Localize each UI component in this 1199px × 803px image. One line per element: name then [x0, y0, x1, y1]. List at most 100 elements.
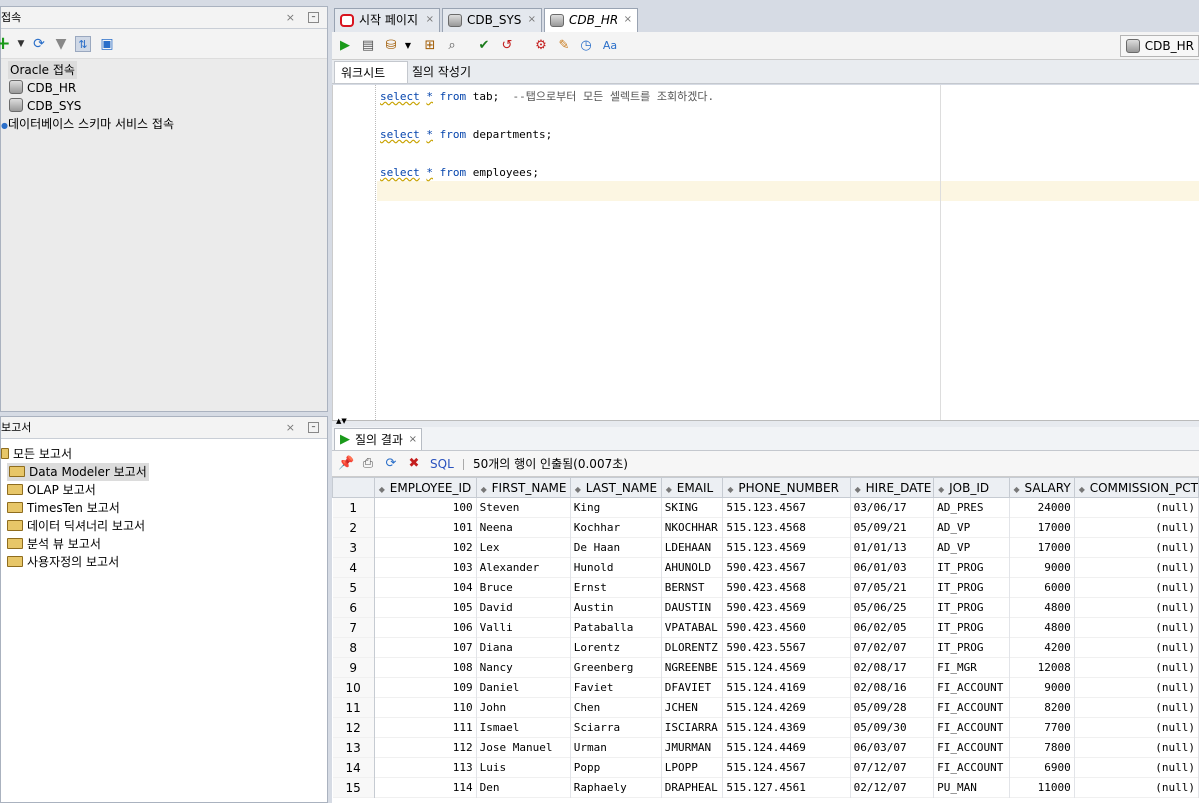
table-cell[interactable]: Kochhar — [570, 517, 662, 538]
filter-icon[interactable]: ▼ — [53, 36, 69, 52]
table-cell[interactable]: 590.423.5567 — [722, 637, 851, 658]
table-cell[interactable]: 9000 — [1009, 677, 1075, 698]
tab-cdb-sys[interactable]: CDB_SYS × — [442, 8, 542, 32]
table-cell[interactable]: 590.423.4560 — [722, 617, 851, 638]
table-cell[interactable]: IT_PROG — [933, 557, 1010, 578]
close-icon[interactable]: × — [624, 9, 632, 31]
sql-link[interactable]: SQL — [430, 456, 454, 472]
table-cell[interactable]: 05/09/28 — [850, 697, 935, 718]
table-row[interactable]: 11 110 John Chen JCHEN 515.124.4269 05/09/28 FI… — [332, 697, 1199, 718]
table-cell[interactable]: Steven — [476, 497, 571, 518]
table-cell[interactable]: 4800 — [1009, 597, 1075, 618]
table-cell[interactable]: (null) — [1074, 617, 1199, 638]
tree-item-cdb-hr[interactable]: CDB_HR — [9, 79, 76, 97]
table-cell[interactable]: JMURMAN — [661, 737, 724, 758]
table-cell[interactable]: 06/01/03 — [850, 557, 935, 578]
table-cell[interactable]: PU_MAN — [933, 777, 1010, 798]
table-row[interactable]: 7 106 Valli Pataballa VPATABAL 590.423.4560 06… — [332, 617, 1199, 638]
table-cell[interactable]: 515.124.4469 — [722, 737, 851, 758]
results-grid[interactable]: ◆ EMPLOYEE_ID ◆ FIRST_NAME ◆ LAST_NAME ◆ EMA… — [332, 477, 1199, 803]
table-cell[interactable]: 590.423.4568 — [722, 577, 851, 598]
table-cell[interactable]: 7700 — [1009, 717, 1075, 738]
tab-cdb-hr[interactable]: CDB_HR × — [544, 8, 638, 32]
table-cell[interactable]: LPOPP — [661, 757, 724, 778]
table-cell[interactable]: SKING — [661, 497, 724, 518]
column-header[interactable]: ◆ PHONE_NUMBER — [722, 477, 851, 498]
tree-item-report[interactable]: 데이터 딕셔너리 보고서 — [7, 517, 145, 535]
table-cell[interactable]: Jose Manuel — [476, 737, 571, 758]
table-cell[interactable]: Daniel — [476, 677, 571, 698]
table-cell[interactable]: BERNST — [661, 577, 724, 598]
sql-tuning-icon[interactable]: ⚙ — [533, 38, 549, 54]
table-cell[interactable]: ISCIARRA — [661, 717, 724, 738]
table-cell[interactable]: IT_PROG — [933, 617, 1010, 638]
table-cell[interactable]: Valli — [476, 617, 571, 638]
table-cell[interactable]: 515.123.4567 — [722, 497, 851, 518]
table-cell[interactable]: 01/01/13 — [850, 537, 935, 558]
table-cell[interactable]: 4200 — [1009, 637, 1075, 658]
commit-icon[interactable]: ⛁ — [383, 38, 399, 54]
pane-splitter[interactable]: ▲▼ — [332, 418, 1199, 427]
table-cell[interactable]: (null) — [1074, 537, 1199, 558]
pin-icon[interactable]: 📌 — [338, 456, 354, 472]
minimize-icon[interactable]: – — [308, 12, 319, 23]
table-cell[interactable]: 105 — [374, 597, 477, 618]
connection-selector[interactable]: CDB_HR — [1119, 35, 1199, 57]
table-cell[interactable]: Chen — [570, 697, 662, 718]
table-cell[interactable]: 8200 — [1009, 697, 1075, 718]
commit-check-icon[interactable]: ✔ — [476, 38, 492, 54]
table-cell[interactable]: 12008 — [1009, 657, 1075, 678]
table-cell[interactable]: 6000 — [1009, 577, 1075, 598]
table-cell[interactable]: 17000 — [1009, 517, 1075, 538]
table-cell[interactable]: 03/06/17 — [850, 497, 935, 518]
refresh-icon[interactable]: ⟳ — [31, 36, 47, 52]
tree-item-report[interactable]: OLAP 보고서 — [7, 481, 96, 499]
table-cell[interactable]: (null) — [1074, 637, 1199, 658]
table-cell[interactable]: 515.124.4269 — [722, 697, 851, 718]
table-cell[interactable]: DLORENTZ — [661, 637, 724, 658]
table-cell[interactable]: 05/09/30 — [850, 717, 935, 738]
table-row[interactable]: 4 103 Alexander Hunold AHUNOLD 590.423.4567 06… — [332, 557, 1199, 578]
tree-item-report[interactable]: Data Modeler 보고서 — [7, 463, 149, 481]
table-row[interactable]: 13 112 Jose Manuel Urman JMURMAN 515.124.4469… — [332, 737, 1199, 758]
column-header[interactable]: ◆ EMAIL — [660, 477, 724, 498]
sql-editor[interactable]: select * from tab; --탭으로부터 모든 셀렉트를 조회하겠다… — [332, 85, 1199, 420]
table-cell[interactable]: 07/02/07 — [850, 637, 935, 658]
table-cell[interactable]: (null) — [1074, 517, 1199, 538]
cancel-fetch-icon[interactable]: ✖ — [406, 456, 422, 472]
table-cell[interactable]: 590.423.4567 — [722, 557, 851, 578]
table-cell[interactable]: 06/02/05 — [850, 617, 935, 638]
table-cell[interactable]: FI_ACCOUNT — [933, 717, 1010, 738]
split-arrows-icon[interactable]: ▲▼ — [336, 418, 347, 425]
table-cell[interactable]: DRAPHEAL — [661, 777, 724, 798]
table-cell[interactable]: Ismael — [476, 717, 571, 738]
table-cell[interactable]: 02/08/16 — [850, 677, 935, 698]
table-cell[interactable]: 590.423.4569 — [722, 597, 851, 618]
chevron-down-icon[interactable]: ▼ — [400, 38, 416, 54]
column-header[interactable]: ◆ HIRE_DATE — [849, 477, 935, 498]
table-cell[interactable]: NGREENBE — [661, 657, 724, 678]
table-cell[interactable]: (null) — [1074, 657, 1199, 678]
table-cell[interactable]: 113 — [374, 757, 477, 778]
table-cell[interactable]: (null) — [1074, 597, 1199, 618]
table-cell[interactable]: 515.124.4567 — [722, 757, 851, 778]
run-statement-icon[interactable]: ▶ — [337, 38, 353, 54]
table-cell[interactable]: 111 — [374, 717, 477, 738]
column-header[interactable]: ◆ LAST_NAME — [569, 477, 662, 498]
column-header[interactable]: ◆ JOB_ID — [933, 477, 1010, 498]
table-cell[interactable]: 108 — [374, 657, 477, 678]
table-cell[interactable]: IT_PROG — [933, 637, 1010, 658]
table-cell[interactable]: 110 — [374, 697, 477, 718]
table-cell[interactable]: 102 — [374, 537, 477, 558]
table-row[interactable]: 12 111 Ismael Sciarra ISCIARRA 515.124.4369 05… — [332, 717, 1199, 738]
column-header[interactable]: ◆ FIRST_NAME — [475, 477, 571, 498]
table-row[interactable]: 8 107 Diana Lorentz DLORENTZ 590.423.5567 07/0… — [332, 637, 1199, 658]
table-cell[interactable]: (null) — [1074, 497, 1199, 518]
table-cell[interactable]: FI_ACCOUNT — [933, 757, 1010, 778]
close-icon[interactable]: × — [426, 9, 434, 31]
table-cell[interactable]: Sciarra — [570, 717, 662, 738]
table-cell[interactable]: Popp — [570, 757, 662, 778]
table-cell[interactable]: FI_ACCOUNT — [933, 737, 1010, 758]
minimize-icon[interactable]: – — [308, 422, 319, 433]
table-cell[interactable]: 515.124.4569 — [722, 657, 851, 678]
